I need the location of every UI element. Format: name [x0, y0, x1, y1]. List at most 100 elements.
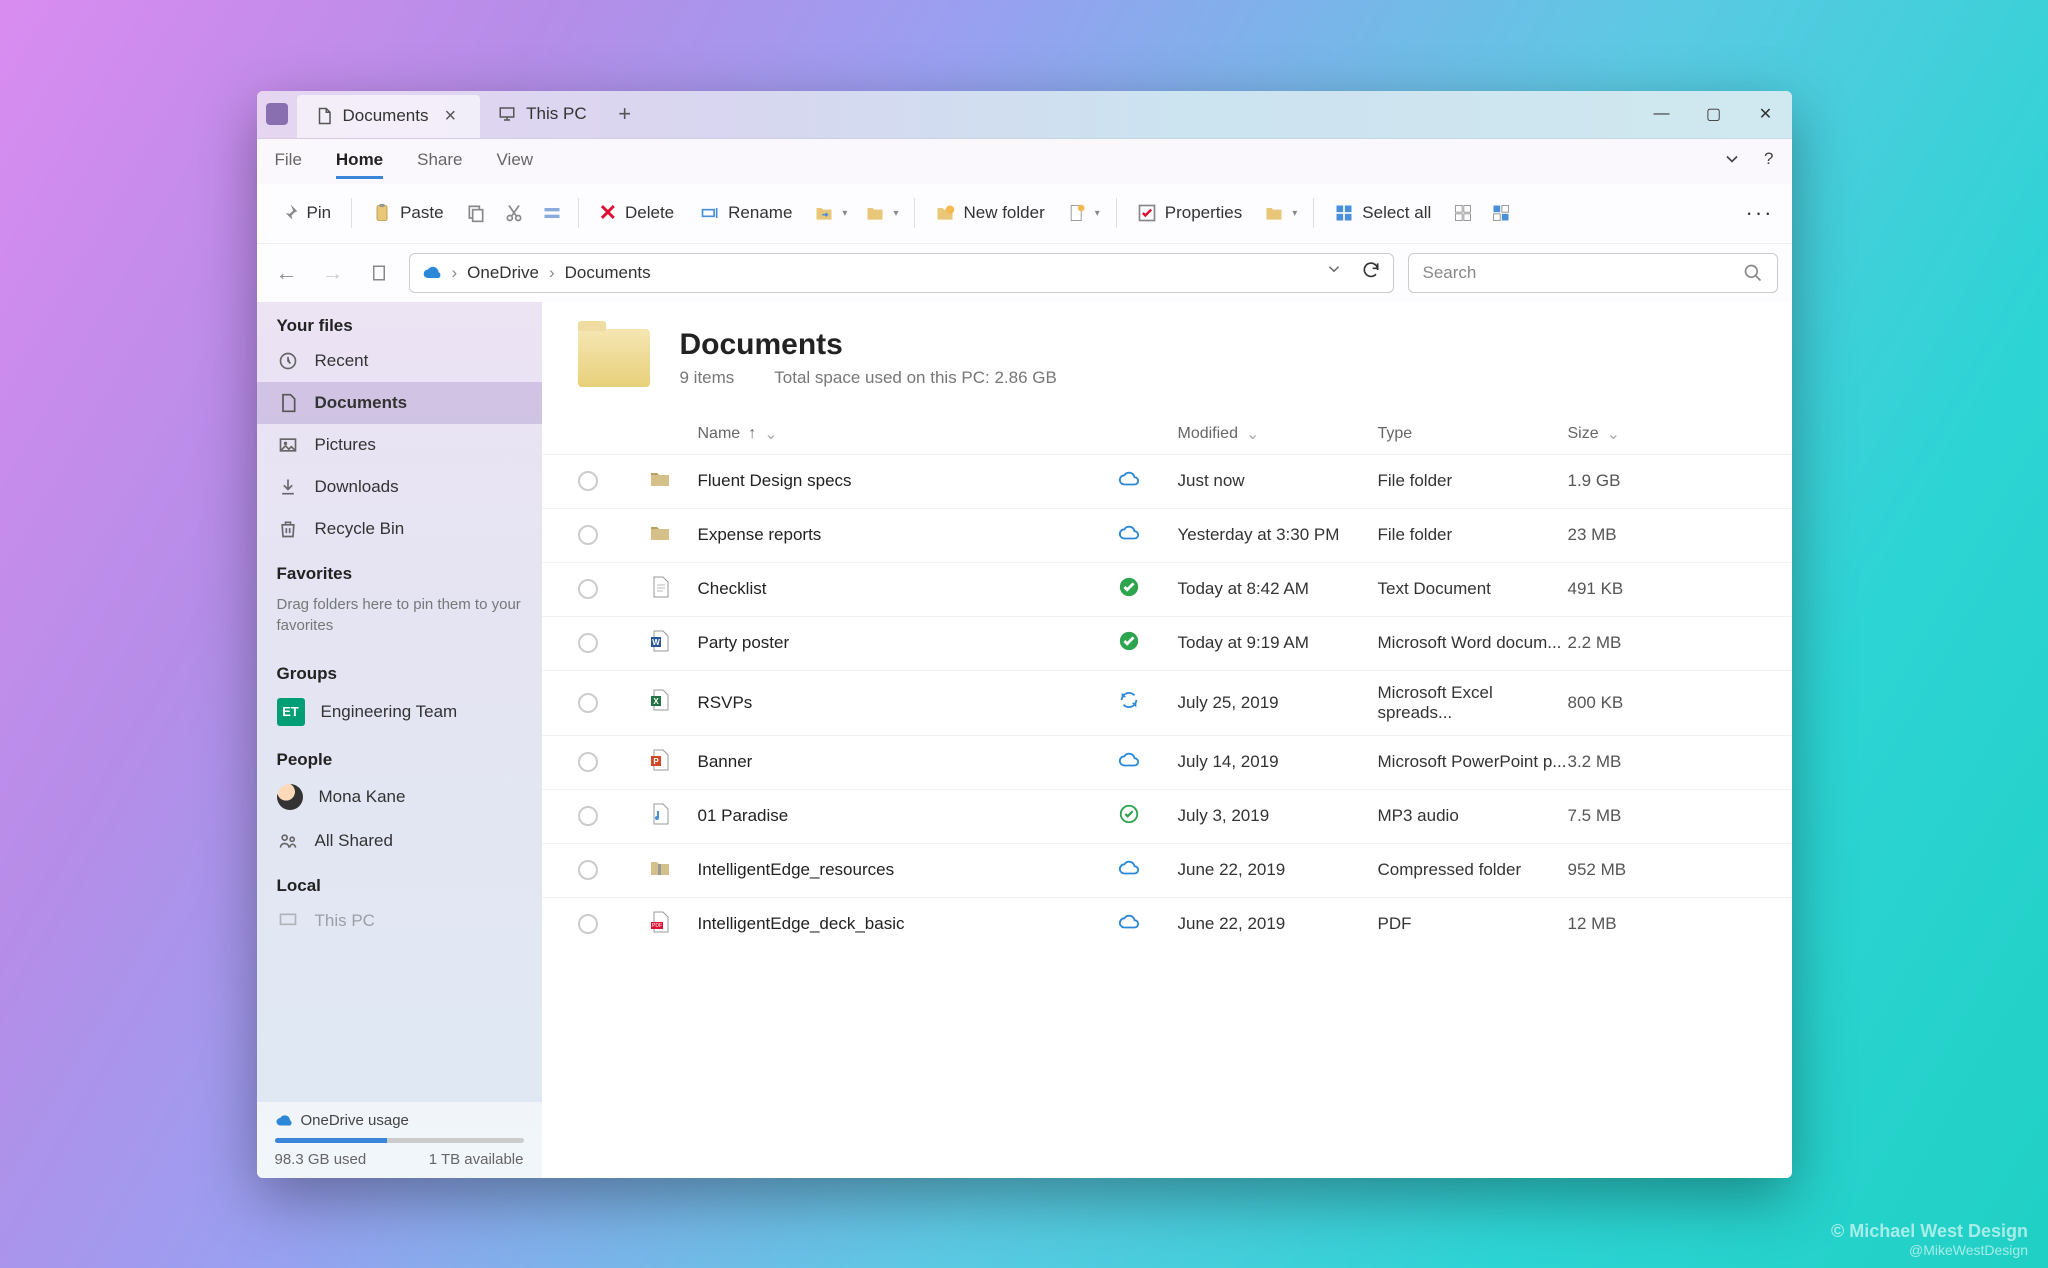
search-input[interactable]: Search [1408, 253, 1778, 293]
addressbar: ← → › OneDrive › Documents Search [257, 244, 1792, 302]
forward-button[interactable]: → [317, 257, 349, 289]
help-icon[interactable]: ? [1764, 149, 1773, 174]
file-modified: July 14, 2019 [1178, 752, 1378, 772]
table-row[interactable]: 01 ParadiseJuly 3, 2019MP3 audio7.5 MB [542, 789, 1792, 843]
table-row[interactable]: Expense reportsYesterday at 3:30 PMFile … [542, 508, 1792, 562]
delete-button[interactable]: ✕Delete [587, 194, 687, 232]
svg-text:X: X [653, 697, 659, 706]
file-modified: Today at 8:42 AM [1178, 579, 1378, 599]
more-button[interactable]: ··· [1738, 194, 1782, 232]
sync-status-icon [1118, 689, 1178, 716]
sidebar-item-recent[interactable]: Recent [257, 340, 542, 382]
tab-documents[interactable]: Documents × [297, 95, 481, 138]
table-row[interactable]: PBannerJuly 14, 2019Microsoft PowerPoint… [542, 735, 1792, 789]
row-select[interactable] [578, 525, 598, 545]
sidebar-item-documents[interactable]: Documents [257, 382, 542, 424]
file-type: Microsoft Excel spreads... [1378, 683, 1568, 723]
row-select[interactable] [578, 860, 598, 880]
row-select[interactable] [578, 693, 598, 713]
item-count: 9 items [680, 368, 735, 388]
select-all-icon [1334, 203, 1354, 223]
col-modified[interactable]: Modified ⌄ [1178, 424, 1378, 444]
file-type-icon [648, 467, 698, 496]
chevron-down-icon: ⌄ [1246, 424, 1259, 444]
file-name: Checklist [698, 579, 1118, 599]
copyto-button[interactable]: ▾ [857, 197, 906, 229]
section-groups: Groups [257, 650, 542, 688]
sidebar-item-downloads[interactable]: Downloads [257, 466, 542, 508]
new-item-button[interactable]: ▾ [1059, 197, 1108, 229]
file-name: RSVPs [698, 693, 1118, 713]
downloads-icon [277, 476, 299, 498]
col-size[interactable]: Size ⌄ [1568, 424, 1668, 444]
table-row[interactable]: ChecklistToday at 8:42 AMText Document49… [542, 562, 1792, 616]
paste-button[interactable]: Paste [360, 197, 455, 229]
table-row[interactable]: PDFIntelligentEdge_deck_basicJune 22, 20… [542, 897, 1792, 951]
row-select[interactable] [578, 752, 598, 772]
menu-share[interactable]: Share [417, 144, 462, 179]
chevron-down-icon[interactable] [1325, 260, 1343, 285]
file-type-icon [648, 575, 698, 604]
new-folder-button[interactable]: New folder [923, 197, 1056, 229]
avatar [277, 784, 303, 810]
file-modified: July 25, 2019 [1178, 693, 1378, 713]
usage-used: 98.3 GB used [275, 1151, 367, 1168]
breadcrumb[interactable]: › OneDrive › Documents [409, 253, 1394, 293]
sidebar-item-recycle[interactable]: Recycle Bin [257, 508, 542, 550]
copy-path-button[interactable] [534, 197, 570, 229]
checkbox-icon [1137, 203, 1157, 223]
sidebar-person-item[interactable]: Mona Kane [257, 774, 542, 820]
chevron-down-icon[interactable] [1722, 149, 1742, 174]
document-icon [277, 392, 299, 414]
row-select[interactable] [578, 579, 598, 599]
back-button[interactable]: ← [271, 257, 303, 289]
menu-view[interactable]: View [497, 144, 534, 179]
row-select[interactable] [578, 806, 598, 826]
svg-text:PDF: PDF [652, 923, 662, 929]
close-icon[interactable]: × [438, 105, 462, 128]
breadcrumb-item[interactable]: OneDrive [467, 263, 539, 283]
select-all-button[interactable]: Select all [1322, 197, 1443, 229]
table-row[interactable]: WParty posterToday at 9:19 AMMicrosoft W… [542, 616, 1792, 670]
col-type[interactable]: Type [1378, 425, 1568, 443]
open-button[interactable]: ▾ [1256, 197, 1305, 229]
sync-status-icon [1118, 576, 1178, 603]
up-button[interactable] [363, 257, 395, 289]
pin-button[interactable]: Pin [267, 197, 344, 229]
select-none-button[interactable] [1445, 197, 1481, 229]
rename-button[interactable]: Rename [688, 197, 804, 229]
row-select[interactable] [578, 633, 598, 653]
moveto-button[interactable]: ▾ [806, 197, 855, 229]
file-type-icon: X [648, 688, 698, 717]
row-select[interactable] [578, 914, 598, 934]
properties-button[interactable]: Properties [1125, 197, 1254, 229]
sidebar-item-pictures[interactable]: Pictures [257, 424, 542, 466]
minimize-button[interactable]: — [1636, 91, 1688, 138]
file-name: 01 Paradise [698, 806, 1118, 826]
table-row[interactable]: Fluent Design specsJust nowFile folder1.… [542, 454, 1792, 508]
refresh-icon[interactable] [1361, 260, 1381, 285]
tab-thispc[interactable]: This PC [480, 91, 604, 138]
select-none-icon [1453, 203, 1473, 223]
table-row[interactable]: X RSVPs July 25, 2019Microsoft Excel sprea… [542, 670, 1792, 735]
file-modified: June 22, 2019 [1178, 914, 1378, 934]
col-name[interactable]: Name ↑ ⌄ [698, 424, 1118, 444]
copy-button[interactable] [458, 197, 494, 229]
close-window-button[interactable]: ✕ [1740, 91, 1792, 138]
chevron-right-icon: › [549, 263, 555, 283]
row-select[interactable] [578, 471, 598, 491]
maximize-button[interactable]: ▢ [1688, 91, 1740, 138]
invert-selection-button[interactable] [1483, 197, 1519, 229]
table-row[interactable]: IntelligentEdge_resourcesJune 22, 2019Co… [542, 843, 1792, 897]
sidebar-thispc-item[interactable]: This PC [257, 900, 542, 942]
sidebar-group-item[interactable]: ETEngineering Team [257, 688, 542, 736]
onedrive-usage: OneDrive usage 98.3 GB used1 TB availabl… [257, 1102, 542, 1178]
cut-button[interactable] [496, 197, 532, 229]
sidebar-allshared-item[interactable]: All Shared [257, 820, 542, 862]
file-explorer-window: Documents × This PC + — ▢ ✕ File Home Sh… [257, 91, 1792, 1178]
new-tab-button[interactable]: + [605, 91, 645, 138]
breadcrumb-item[interactable]: Documents [565, 263, 651, 283]
file-modified: June 22, 2019 [1178, 860, 1378, 880]
menu-home[interactable]: Home [336, 144, 383, 179]
menu-file[interactable]: File [275, 144, 302, 179]
